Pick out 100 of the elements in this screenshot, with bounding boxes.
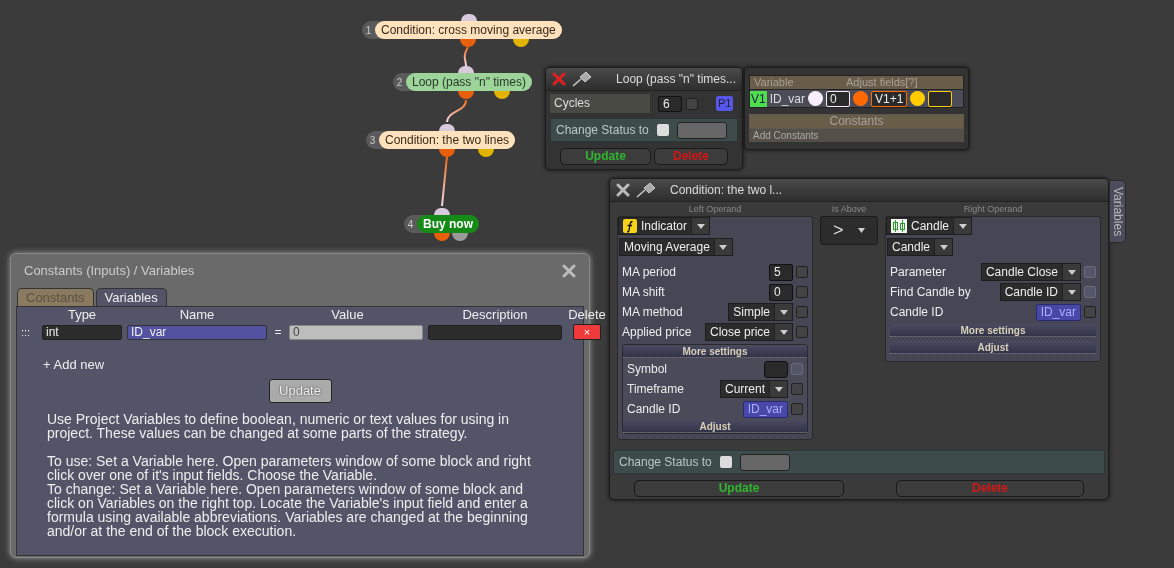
dropdown[interactable]: Close price xyxy=(704,323,793,341)
output-port[interactable] xyxy=(434,233,450,241)
flow-node[interactable]: 4 Buy now xyxy=(404,215,479,233)
flow-node[interactable]: 2 Loop (pass "n" times) xyxy=(393,73,532,91)
variable-field[interactable]: ID_var xyxy=(742,400,788,418)
type-field[interactable]: int xyxy=(42,324,122,340)
operand-label: Left Operand xyxy=(687,204,743,215)
help-paragraph: To use: Set a Variable here. Open parameters window of some block and right click over one of it's input fields. Choose the Variable. xyxy=(47,453,532,482)
checkbox[interactable] xyxy=(719,456,732,468)
status-field[interactable] xyxy=(676,121,727,139)
caret-icon xyxy=(858,228,865,233)
input-port[interactable] xyxy=(434,208,450,215)
column-header: Value xyxy=(330,307,365,323)
node-number: 3 xyxy=(368,133,377,148)
status-label: Change Status to xyxy=(619,454,712,471)
update-button[interactable]: Update xyxy=(560,148,651,165)
delete-button[interactable]: × xyxy=(573,324,601,340)
column-header: Variable xyxy=(753,76,795,89)
add-constants-link[interactable]: Add Constants xyxy=(749,129,964,142)
dropdown[interactable]: Simple xyxy=(728,303,793,321)
close-icon[interactable] xyxy=(616,183,630,197)
section-header: Constants xyxy=(749,114,964,129)
dropdown[interactable]: Current xyxy=(720,380,788,398)
input-port[interactable] xyxy=(439,124,455,131)
dropdown[interactable]: Candle xyxy=(886,217,973,235)
checkbox[interactable] xyxy=(791,383,803,395)
dropdown[interactable]: Moving Average xyxy=(619,238,733,256)
checkbox[interactable] xyxy=(656,124,669,136)
side-tab[interactable]: Variables xyxy=(1109,180,1126,243)
number-field[interactable]: 0 xyxy=(769,283,793,301)
number-field[interactable]: 5 xyxy=(769,263,793,281)
column-header: Adjust fields[?] xyxy=(845,76,919,89)
section-bar[interactable]: More settings xyxy=(623,345,807,358)
flow-node[interactable]: 1 Condition: cross moving average xyxy=(362,21,562,39)
input-field[interactable] xyxy=(764,360,788,378)
checkbox[interactable] xyxy=(796,286,808,298)
connector xyxy=(441,155,448,207)
drag-handle[interactable]: ::: xyxy=(21,323,37,341)
checkbox[interactable] xyxy=(686,97,698,110)
dropdown[interactable]: Candle xyxy=(887,238,954,256)
checkbox[interactable] xyxy=(1084,306,1096,318)
description-field[interactable] xyxy=(428,324,562,340)
variable-field[interactable]: ID_var xyxy=(1035,303,1081,321)
number-field[interactable]: 6 xyxy=(658,95,682,112)
variable-badge: V1 xyxy=(750,90,767,107)
name-field[interactable]: ID_var xyxy=(127,324,267,340)
caret-icon xyxy=(958,223,967,229)
side-port[interactable] xyxy=(513,39,529,47)
caret-icon xyxy=(939,244,948,250)
pin-icon[interactable] xyxy=(636,182,656,198)
status-label: Change Status to xyxy=(556,122,649,139)
checkbox[interactable] xyxy=(796,326,808,338)
dropdown[interactable]: Indicator xyxy=(618,217,711,235)
input-port[interactable] xyxy=(458,66,474,73)
window-title: Condition: the two l... xyxy=(669,182,784,199)
caret-icon xyxy=(1067,289,1076,295)
output-port[interactable] xyxy=(460,39,476,47)
candlestick-icon xyxy=(891,219,907,233)
field-label: MA method xyxy=(622,304,684,321)
field-label: Find Candle by xyxy=(890,284,972,301)
input-port[interactable] xyxy=(461,14,477,21)
operand-label: Is Above xyxy=(831,204,867,215)
close-icon[interactable] xyxy=(562,264,576,278)
adjust-field[interactable] xyxy=(928,90,953,107)
field-label: Cycles xyxy=(550,94,650,113)
node-label: Condition: the two lines xyxy=(379,131,516,149)
add-new-link[interactable]: + Add new xyxy=(43,355,105,375)
caret-icon xyxy=(719,244,728,250)
node-label: Loop (pass "n" times) xyxy=(406,73,532,91)
tab[interactable]: Variables xyxy=(95,288,167,306)
help-paragraph: To change: Set a Variable here. Open parameters window of some block and click on Variables on the right top. Locate the Variable's input field and enter a formula using available abbreviations. Variables are changed at the beginning and/or at the end of the block execution. xyxy=(47,481,529,538)
function-icon xyxy=(623,219,637,233)
operator-dropdown[interactable]: > xyxy=(820,216,878,245)
output-port[interactable] xyxy=(439,149,455,157)
caret-icon xyxy=(779,329,788,335)
connector xyxy=(463,46,469,67)
flow-node[interactable]: 3 Condition: the two lines xyxy=(366,131,516,149)
section-bar[interactable]: More settings xyxy=(890,324,1096,337)
adjust-field[interactable]: 0 xyxy=(826,90,851,107)
adjust-field[interactable]: V1+1 xyxy=(871,90,908,107)
checkbox[interactable] xyxy=(796,306,808,318)
value-field[interactable]: 0 xyxy=(289,324,423,340)
side-port[interactable] xyxy=(452,233,468,241)
field-label: Symbol xyxy=(627,361,668,378)
node-number: 2 xyxy=(395,75,404,90)
side-port[interactable] xyxy=(494,91,510,99)
update-button[interactable]: Update xyxy=(634,480,844,497)
checkbox[interactable] xyxy=(796,266,808,278)
status-field[interactable] xyxy=(739,453,790,471)
column-header: Name xyxy=(178,307,216,323)
section-bar[interactable]: Adjust xyxy=(623,420,807,433)
pin-icon[interactable] xyxy=(572,71,592,87)
caret-icon xyxy=(779,309,788,315)
output-port[interactable] xyxy=(458,91,474,99)
connector xyxy=(446,99,467,123)
window-title: Constants (Inputs) / Variables xyxy=(24,262,195,281)
field-label: Candle ID xyxy=(890,304,945,321)
checkbox[interactable] xyxy=(791,403,803,415)
side-port[interactable] xyxy=(478,149,494,157)
section-bar[interactable]: Adjust xyxy=(890,341,1096,354)
